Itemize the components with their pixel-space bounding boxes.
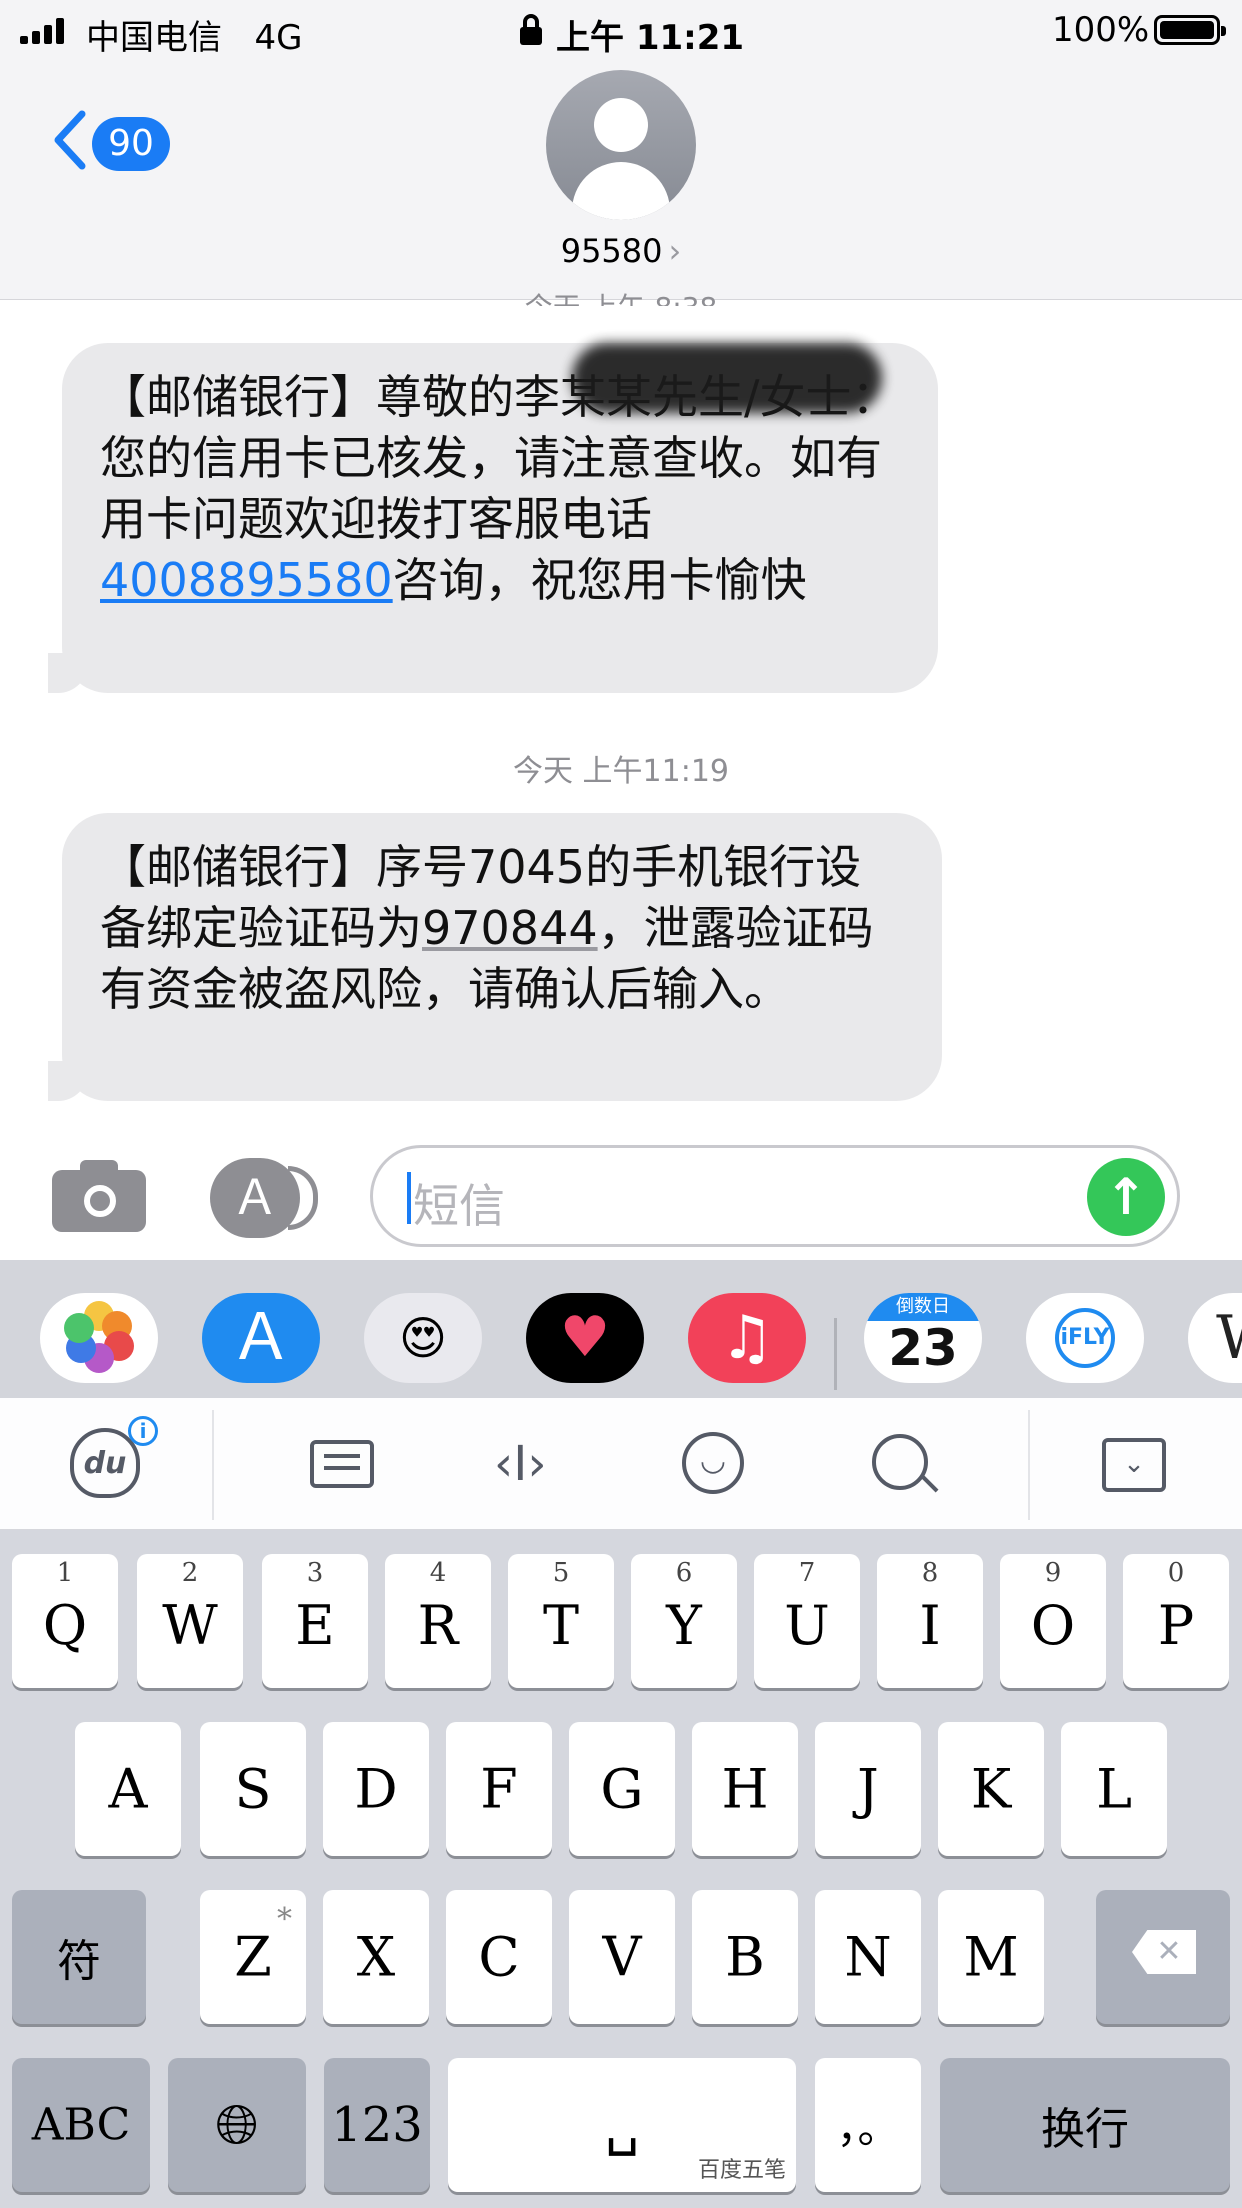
- music-icon[interactable]: ♫: [688, 1293, 806, 1383]
- w-app-icon[interactable]: W: [1188, 1293, 1242, 1383]
- camera-icon[interactable]: [52, 1160, 146, 1232]
- key-b[interactable]: B: [692, 1890, 798, 2024]
- message-text: 【邮储银行】序号7045的手机银行设备绑定验证码为970844，泄露验证码有资金…: [100, 840, 874, 1016]
- ifly-icon[interactable]: iFLY: [1026, 1293, 1144, 1383]
- hide-keyboard-icon[interactable]: ⌄: [1102, 1438, 1166, 1492]
- globe-key[interactable]: 🌐︎: [168, 2058, 306, 2192]
- carrier-label: 中国电信 4G: [86, 18, 303, 58]
- space-key[interactable]: ␣ 百度五笔: [448, 2058, 796, 2192]
- phone-link[interactable]: 4008895580: [100, 553, 393, 607]
- key-f[interactable]: F: [446, 1722, 552, 1856]
- battery-icon: [1154, 15, 1226, 45]
- delete-key[interactable]: ✕: [1096, 1890, 1230, 2024]
- key-t[interactable]: 5T: [508, 1554, 614, 1688]
- key-l[interactable]: L: [1061, 1722, 1167, 1856]
- contact-number: 95580: [560, 232, 663, 270]
- contact-avatar[interactable]: [546, 70, 696, 220]
- keyboard-toolbar: du i ‹I› ◡ ⌄: [0, 1398, 1242, 1530]
- digital-touch-icon[interactable]: ♥: [526, 1293, 644, 1383]
- key-m[interactable]: M: [938, 1890, 1044, 2024]
- redaction-scribble: [572, 343, 882, 413]
- key-j[interactable]: J: [815, 1722, 921, 1856]
- message-bubble-incoming[interactable]: 【邮储银行】序号7045的手机银行设备绑定验证码为970844，泄露验证码有资金…: [36, 813, 942, 1103]
- countdown-icon[interactable]: 倒数日 23: [864, 1293, 982, 1383]
- keyboard-icon[interactable]: [310, 1440, 374, 1488]
- memoji-icon[interactable]: 😍: [364, 1293, 482, 1383]
- key-o[interactable]: 9O: [1000, 1554, 1106, 1688]
- person-icon: [594, 98, 648, 152]
- send-button[interactable]: ↑: [1087, 1158, 1165, 1236]
- contact-name-button[interactable]: 95580 ›: [0, 232, 1242, 270]
- cursor-move-icon[interactable]: ‹I›: [494, 1434, 547, 1494]
- battery-percent: 100%: [1052, 10, 1150, 50]
- info-icon[interactable]: i: [128, 1416, 158, 1446]
- app-store-button[interactable]: Ａ: [210, 1158, 318, 1238]
- key-y[interactable]: 6Y: [631, 1554, 737, 1688]
- key-r[interactable]: 4R: [385, 1554, 491, 1688]
- key-k[interactable]: K: [938, 1722, 1044, 1856]
- key-h[interactable]: H: [692, 1722, 798, 1856]
- key-v[interactable]: V: [569, 1890, 675, 2024]
- text-caret: [407, 1172, 411, 1224]
- status-time: 上午 11:21: [556, 18, 745, 58]
- divider: [1028, 1410, 1030, 1520]
- unread-count-badge[interactable]: 90: [92, 117, 170, 171]
- photos-icon[interactable]: [40, 1293, 158, 1383]
- verification-code[interactable]: 970844: [422, 901, 598, 955]
- chevron-right-icon: ›: [668, 232, 682, 270]
- back-chevron-icon[interactable]: [50, 110, 90, 170]
- key-c[interactable]: C: [446, 1890, 552, 2024]
- key-x[interactable]: X: [323, 1890, 429, 2024]
- key-p[interactable]: 0P: [1123, 1554, 1229, 1688]
- status-bar: 中国电信 4G 上午 11:21 100%: [0, 0, 1242, 62]
- return-key[interactable]: 换行: [940, 2058, 1230, 2192]
- asterisk-hint: *: [277, 1902, 292, 1937]
- message-bubble-incoming[interactable]: 【邮储银行】尊敬的李某某先生/女士：您的信用卡已核发，请注意查收。如有用卡问题欢…: [36, 343, 938, 695]
- app-store-icon[interactable]: Ａ: [202, 1293, 320, 1383]
- message-timestamp: 今天 上午11:19: [513, 754, 729, 789]
- key-s[interactable]: S: [200, 1722, 306, 1856]
- conversation-header: 中国电信 4G 上午 11:21 100% 90 95580 ›: [0, 0, 1242, 300]
- globe-icon: 🌐︎: [215, 2093, 259, 2156]
- message-placeholder: 短信: [413, 1179, 505, 1233]
- key-i[interactable]: 8I: [877, 1554, 983, 1688]
- ime-name-label: 百度五笔: [697, 2158, 786, 2183]
- key-a[interactable]: A: [75, 1722, 181, 1856]
- abc-key[interactable]: ABC: [12, 2058, 150, 2192]
- backspace-icon: ✕: [1132, 1930, 1196, 1974]
- emoji-icon[interactable]: ◡: [682, 1432, 744, 1494]
- imessage-app-drawer: Ａ 😍 ♥ ♫ 倒数日 23 iFLY W: [0, 1260, 1242, 1398]
- divider: [834, 1318, 837, 1390]
- divider: [212, 1410, 214, 1520]
- key-w[interactable]: 2W: [137, 1554, 243, 1688]
- keyboard: 1Q 2W 3E 4R 5T 6Y 7U 8I 9O 0P A S D F G …: [0, 1530, 1242, 2208]
- key-u[interactable]: 7U: [754, 1554, 860, 1688]
- key-z[interactable]: Z *: [200, 1890, 306, 2024]
- punctuation-key[interactable]: ，。: [815, 2058, 921, 2192]
- arrow-up-icon: ↑: [1105, 1168, 1147, 1226]
- du-logo-icon[interactable]: du i: [70, 1416, 158, 1498]
- app-store-icon: Ａ: [210, 1158, 300, 1238]
- number-key[interactable]: 123: [324, 2058, 430, 2192]
- symbol-key[interactable]: 符: [12, 1890, 146, 2024]
- key-g[interactable]: G: [569, 1722, 675, 1856]
- search-icon[interactable]: [872, 1434, 928, 1490]
- key-e[interactable]: 3E: [262, 1554, 368, 1688]
- message-timestamp-partial: 今天 上午 8:38: [0, 286, 1242, 306]
- key-n[interactable]: N: [815, 1890, 921, 2024]
- key-q[interactable]: 1Q: [12, 1554, 118, 1688]
- message-input[interactable]: 短信 ↑: [370, 1145, 1180, 1247]
- key-d[interactable]: D: [323, 1722, 429, 1856]
- space-icon: ␣: [604, 2093, 640, 2157]
